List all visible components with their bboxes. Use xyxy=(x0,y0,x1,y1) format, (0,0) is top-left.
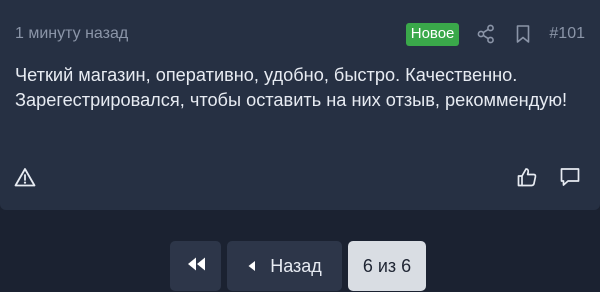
current-page-button[interactable]: 6 из 6 xyxy=(348,241,426,291)
double-left-arrow-icon xyxy=(185,256,207,277)
bookmark-icon[interactable] xyxy=(515,24,531,44)
thumbs-up-icon[interactable] xyxy=(516,166,538,188)
share-icon[interactable] xyxy=(477,24,495,44)
review-card: 1 минуту назад Новое #101 Четкий магазин… xyxy=(0,0,600,210)
comment-icon[interactable] xyxy=(559,166,581,188)
review-number: #101 xyxy=(549,25,585,42)
prev-page-label: Назад xyxy=(270,255,322,276)
review-text: Четкий магазин, оперативно, удобно, быст… xyxy=(15,65,568,110)
new-badge: Новое xyxy=(405,22,460,46)
review-time: 1 минуту назад xyxy=(15,25,129,42)
left-arrow-icon xyxy=(247,256,256,277)
pagination: Назад 6 из 6 xyxy=(170,241,426,291)
prev-page-button[interactable]: Назад xyxy=(227,241,342,291)
first-page-button[interactable] xyxy=(170,241,221,291)
warning-icon[interactable] xyxy=(14,167,36,187)
review-meta: 1 минуту назад Новое #101 xyxy=(15,22,585,46)
